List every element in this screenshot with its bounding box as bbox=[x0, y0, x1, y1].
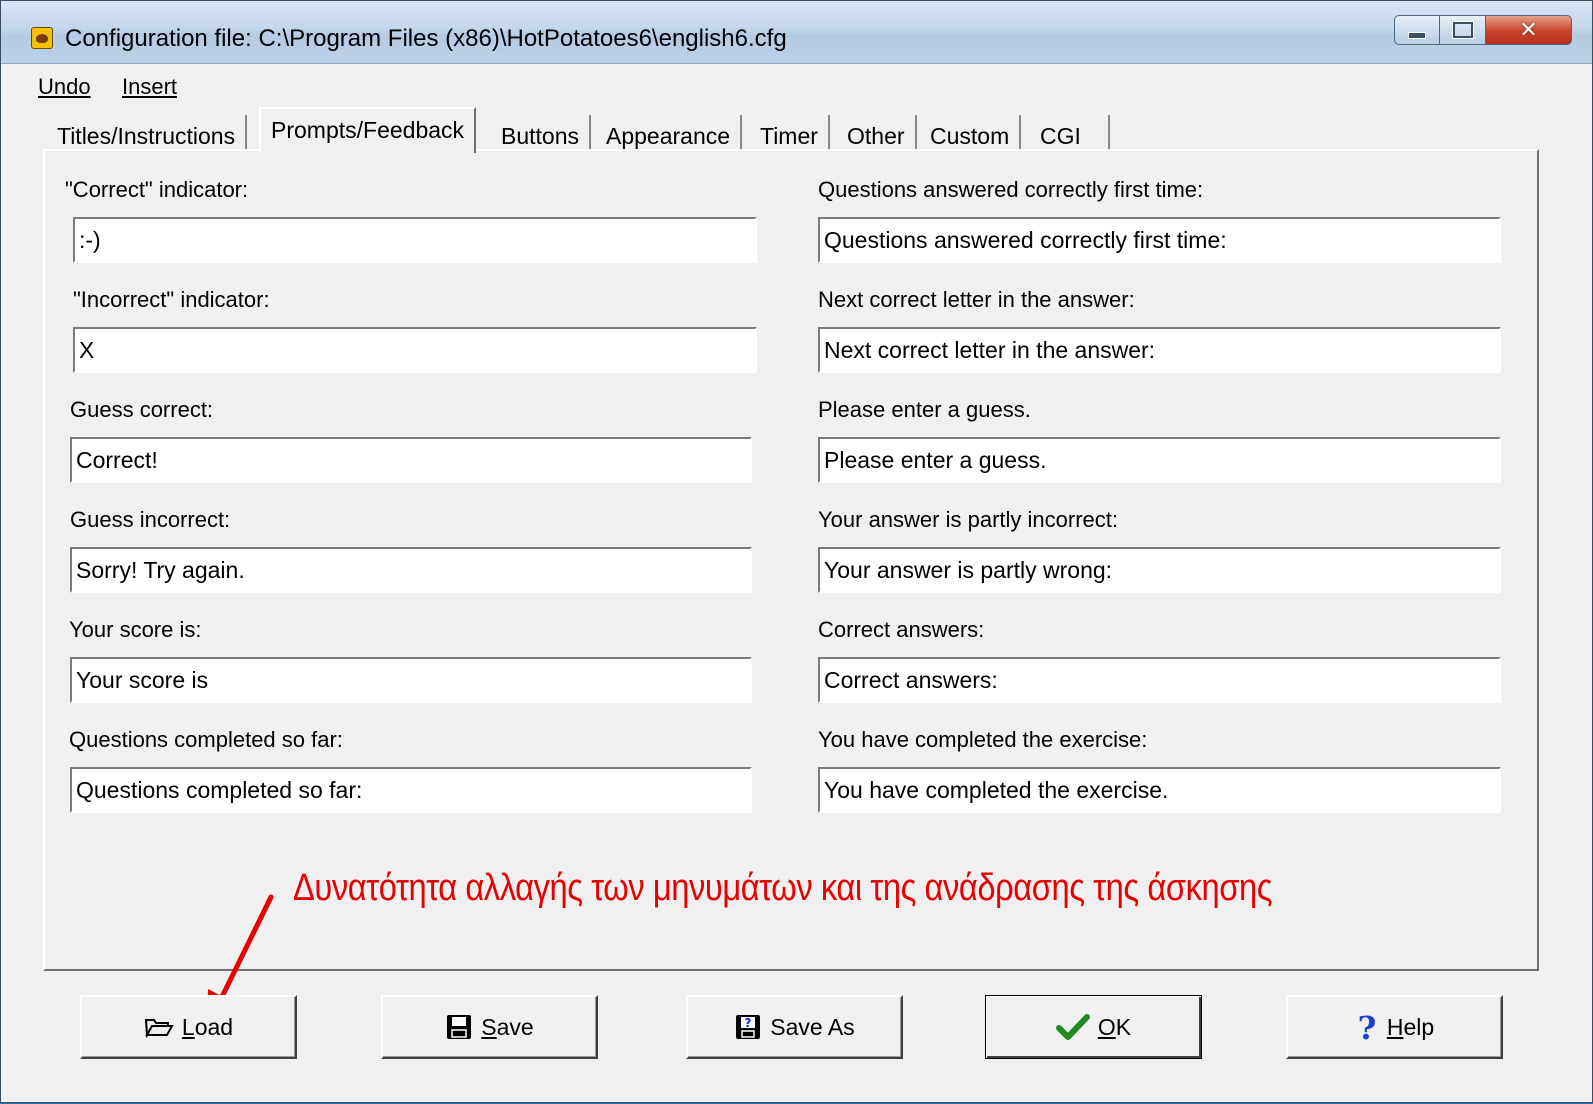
ok-button-label: OK bbox=[1097, 1013, 1132, 1040]
ok-button[interactable]: OK bbox=[985, 995, 1202, 1059]
svg-text:?: ? bbox=[745, 1016, 752, 1030]
close-button[interactable]: ✕ bbox=[1486, 15, 1572, 45]
save-as-button[interactable]: ? Save As bbox=[686, 995, 903, 1059]
menu-insert-label: Insert bbox=[122, 74, 178, 99]
incorrect-indicator-label: "Incorrect" indicator: bbox=[73, 287, 270, 312]
correct-indicator-input[interactable] bbox=[73, 217, 757, 263]
guess-correct-input[interactable] bbox=[70, 437, 752, 483]
guess-incorrect-label: Guess incorrect: bbox=[70, 507, 231, 532]
menu-insert[interactable]: Insert bbox=[122, 74, 177, 100]
tab-appearance[interactable]: Appearance bbox=[596, 115, 743, 151]
svg-text:?: ? bbox=[1357, 1011, 1376, 1043]
menu-undo-label: Undo bbox=[38, 74, 91, 99]
questions-completed-label: Questions completed so far: bbox=[69, 727, 343, 752]
floppy-disk-question-icon: ? bbox=[734, 1013, 762, 1041]
menu-undo[interactable]: Undo bbox=[38, 74, 91, 100]
tab-cgi[interactable]: CGI bbox=[1030, 115, 1110, 151]
completed-exercise-input[interactable] bbox=[818, 767, 1501, 813]
help-button[interactable]: ? Help bbox=[1286, 995, 1503, 1059]
window-controls: ✕ bbox=[1394, 15, 1572, 45]
your-score-input[interactable] bbox=[70, 657, 752, 703]
minimize-button[interactable] bbox=[1394, 15, 1440, 45]
answered-first-time-label: Questions answered correctly first time: bbox=[818, 177, 1204, 202]
window-title: Configuration file: C:\Program Files (x8… bbox=[65, 25, 787, 52]
guess-correct-label: Guess correct: bbox=[70, 397, 214, 422]
guess-incorrect-input[interactable] bbox=[70, 547, 752, 593]
load-button[interactable]: Load bbox=[80, 995, 297, 1059]
floppy-disk-icon bbox=[445, 1013, 473, 1041]
load-button-label: Load bbox=[181, 1013, 234, 1040]
tab-titles-instructions[interactable]: Titles/Instructions bbox=[47, 115, 248, 151]
folder-open-icon bbox=[144, 1016, 174, 1038]
answered-first-time-input[interactable] bbox=[818, 217, 1501, 263]
maximize-icon bbox=[1452, 22, 1473, 38]
question-mark-icon: ? bbox=[1355, 1011, 1379, 1043]
save-as-button-label: Save As bbox=[770, 1013, 855, 1040]
completed-exercise-label: You have completed the exercise: bbox=[818, 727, 1148, 752]
menu-bar: Undo Insert bbox=[1, 67, 1592, 103]
title-bar[interactable]: Configuration file: C:\Program Files (x8… bbox=[1, 1, 1592, 64]
tab-buttons[interactable]: Buttons bbox=[491, 115, 591, 151]
close-icon: ✕ bbox=[1519, 17, 1538, 43]
hotpotatoes-icon[interactable] bbox=[31, 27, 53, 49]
next-letter-label: Next correct letter in the answer: bbox=[818, 287, 1135, 312]
tab-other[interactable]: Other bbox=[837, 115, 917, 151]
incorrect-indicator-input[interactable] bbox=[73, 327, 757, 373]
help-button-label: Help bbox=[1386, 1013, 1435, 1040]
tab-prompts-feedback[interactable]: Prompts/Feedback bbox=[259, 107, 477, 153]
correct-answers-input[interactable] bbox=[818, 657, 1501, 703]
enter-guess-label: Please enter a guess. bbox=[818, 397, 1031, 422]
enter-guess-input[interactable] bbox=[818, 437, 1501, 483]
your-score-label: Your score is: bbox=[69, 617, 202, 642]
tab-custom[interactable]: Custom bbox=[920, 115, 1022, 151]
next-letter-input[interactable] bbox=[818, 327, 1501, 373]
questions-completed-input[interactable] bbox=[70, 767, 752, 813]
partly-incorrect-label: Your answer is partly incorrect: bbox=[818, 507, 1118, 532]
save-button[interactable]: Save bbox=[381, 995, 598, 1059]
checkmark-icon bbox=[1055, 1013, 1090, 1041]
partly-incorrect-input[interactable] bbox=[818, 547, 1501, 593]
save-button-label: Save bbox=[481, 1013, 534, 1040]
correct-indicator-label: "Correct" indicator: bbox=[65, 177, 249, 202]
annotation-text: Δυνατότητα αλλαγής των μηνυμάτων και της… bbox=[293, 867, 1273, 909]
minimize-icon bbox=[1408, 31, 1426, 39]
tab-timer[interactable]: Timer bbox=[750, 115, 830, 151]
maximize-button[interactable] bbox=[1440, 15, 1486, 45]
correct-answers-label: Correct answers: bbox=[818, 617, 985, 642]
config-window: Configuration file: C:\Program Files (x8… bbox=[0, 0, 1593, 1103]
